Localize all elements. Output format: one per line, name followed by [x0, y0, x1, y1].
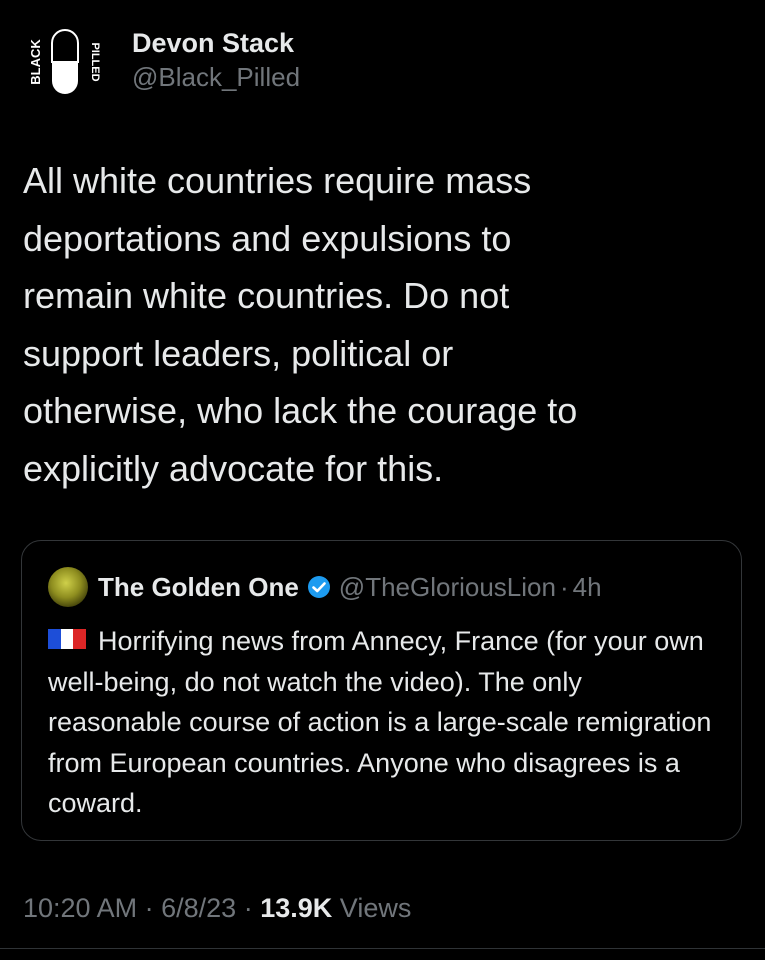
author-name[interactable]: Devon Stack	[132, 26, 300, 60]
quote-timestamp[interactable]: 4h	[573, 572, 602, 603]
quote-separator: ·	[559, 571, 569, 602]
meta-separator: ·	[243, 893, 253, 923]
author-info: Devon Stack @Black_Pilled	[132, 26, 300, 94]
avatar[interactable]: BLACK PILLED	[28, 26, 104, 98]
france-flag-icon	[48, 629, 86, 649]
tweet-date[interactable]: 6/8/23	[161, 893, 236, 923]
quote-author-handle: @TheGloriousLion	[338, 571, 556, 602]
views-label: Views	[339, 893, 412, 923]
tweet-time[interactable]: 10:20 AM	[23, 893, 137, 923]
black-pill-logo-icon: BLACK PILLED	[28, 29, 101, 94]
divider	[0, 948, 765, 949]
quote-author-name: The Golden One	[98, 571, 299, 602]
author-handle[interactable]: @Black_Pilled	[132, 60, 300, 94]
quote-header: The Golden One @TheGloriousLion · 4h	[48, 567, 602, 607]
verified-badge-icon	[307, 575, 331, 599]
meta-separator: ·	[144, 893, 154, 923]
svg-text:PILLED: PILLED	[89, 42, 101, 81]
tweet-meta: 10:20 AM · 6/8/23 · 13.9K Views	[23, 893, 411, 924]
quote-tweet[interactable]: The Golden One @TheGloriousLion · 4h Hor…	[21, 540, 742, 841]
views-count: 13.9K	[260, 893, 333, 923]
quote-avatar[interactable]	[48, 567, 88, 607]
quote-body: Horrifying news from Annecy, France (for…	[48, 626, 712, 818]
svg-text:BLACK: BLACK	[28, 39, 43, 85]
tweet-header: BLACK PILLED Devon Stack @Black_Pilled	[28, 26, 300, 98]
quote-text: Horrifying news from Annecy, France (for…	[48, 621, 718, 824]
tweet-text: All white countries require mass deporta…	[23, 160, 578, 489]
